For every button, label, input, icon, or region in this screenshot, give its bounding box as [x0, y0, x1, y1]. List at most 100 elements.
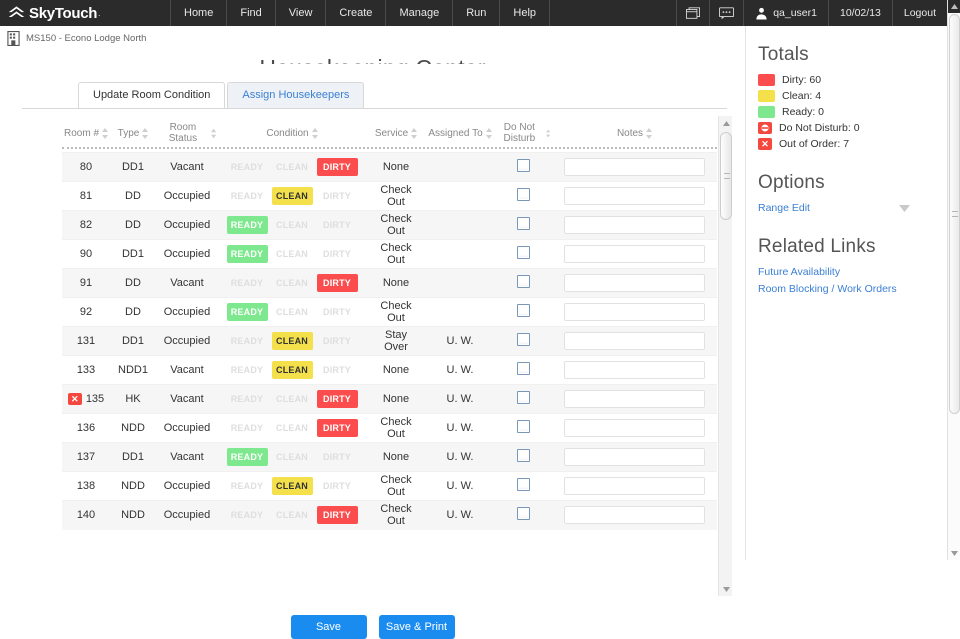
page-scroll-down-button[interactable]: [948, 547, 960, 560]
condition-chip-ready[interactable]: READY: [226, 448, 268, 466]
condition-chip-clean[interactable]: CLEAN: [272, 506, 313, 524]
condition-chip-ready[interactable]: READY: [227, 361, 268, 379]
condition-chip-ready[interactable]: READY: [227, 506, 268, 524]
condition-chip-clean[interactable]: CLEAN: [272, 448, 313, 466]
condition-chip-dirty[interactable]: DIRTY: [316, 274, 358, 292]
table-scrollbar-thumb[interactable]: [720, 132, 732, 220]
condition-chip-dirty[interactable]: DIRTY: [317, 477, 358, 495]
condition-chip-dirty[interactable]: DIRTY: [317, 187, 358, 205]
condition-chip-ready[interactable]: READY: [226, 303, 268, 321]
menu-item-find[interactable]: Find: [227, 0, 276, 26]
condition-chip-clean[interactable]: CLEAN: [271, 361, 313, 379]
condition-chip-dirty[interactable]: DIRTY: [317, 303, 358, 321]
page-scroll-up-button[interactable]: [948, 0, 960, 13]
tab-update-room-condition[interactable]: Update Room Condition: [78, 82, 226, 108]
condition-chip-dirty[interactable]: DIRTY: [317, 332, 358, 350]
notes-input[interactable]: [564, 448, 705, 466]
condition-chip-ready[interactable]: READY: [227, 158, 268, 176]
condition-chip-ready[interactable]: READY: [226, 216, 268, 234]
condition-chip-clean[interactable]: CLEAN: [271, 332, 313, 350]
table-scroll-up-button[interactable]: [719, 116, 733, 130]
do-not-disturb-checkbox[interactable]: [516, 420, 530, 433]
do-not-disturb-checkbox[interactable]: [516, 362, 530, 375]
condition-chip-dirty[interactable]: DIRTY: [316, 506, 358, 525]
user-account[interactable]: qa_user1: [743, 0, 828, 26]
chat-icon-button[interactable]: [709, 0, 743, 26]
condition-chip-ready[interactable]: READY: [226, 245, 268, 263]
cell-room-status: Vacant: [156, 152, 218, 182]
do-not-disturb-checkbox[interactable]: [516, 246, 530, 259]
do-not-disturb-checkbox[interactable]: [516, 217, 530, 230]
condition-chip-dirty[interactable]: DIRTY: [317, 361, 358, 379]
brand-logo[interactable]: SkyTouch .: [0, 5, 170, 22]
condition-chip-ready[interactable]: READY: [227, 274, 268, 292]
do-not-disturb-checkbox[interactable]: [516, 304, 530, 317]
notes-input[interactable]: [564, 506, 705, 525]
cell-type: HK: [110, 384, 156, 414]
condition-chip-dirty[interactable]: DIRTY: [316, 158, 358, 176]
condition-chip-clean[interactable]: CLEAN: [272, 274, 313, 292]
condition-chip-dirty[interactable]: DIRTY: [317, 216, 358, 234]
menu-item-manage[interactable]: Manage: [386, 0, 454, 26]
tab-assign-housekeepers[interactable]: Assign Housekeepers: [227, 82, 365, 108]
totals-label: Ready: 0: [782, 106, 825, 118]
do-not-disturb-checkbox[interactable]: [516, 159, 530, 172]
link-room-blocking-work-orders[interactable]: Room Blocking / Work Orders: [758, 283, 947, 295]
condition-chip-dirty[interactable]: DIRTY: [317, 448, 358, 466]
condition-chip-clean[interactable]: CLEAN: [272, 419, 313, 437]
notes-input[interactable]: [564, 332, 705, 350]
notes-input[interactable]: [564, 477, 705, 495]
condition-chip-clean[interactable]: CLEAN: [272, 390, 313, 408]
menu-item-create[interactable]: Create: [326, 0, 387, 26]
notes-input[interactable]: [564, 361, 705, 379]
table-scrollbar[interactable]: [718, 116, 732, 596]
condition-chip-clean[interactable]: CLEAN: [271, 187, 313, 205]
do-not-disturb-checkbox[interactable]: [516, 333, 530, 346]
notes-input[interactable]: [564, 158, 705, 176]
condition-chip-dirty[interactable]: DIRTY: [316, 390, 358, 408]
cell-service: None: [366, 152, 426, 182]
menu-item-view[interactable]: View: [276, 0, 327, 26]
condition-chip-clean[interactable]: CLEAN: [272, 158, 313, 176]
window-icon-button[interactable]: [676, 0, 709, 26]
condition-chip-dirty[interactable]: DIRTY: [316, 419, 358, 437]
notes-input[interactable]: [564, 419, 705, 437]
condition-chip-ready[interactable]: READY: [227, 390, 268, 408]
do-not-disturb-checkbox[interactable]: [516, 275, 530, 288]
cell-room-status: Occupied: [156, 181, 218, 211]
do-not-disturb-checkbox[interactable]: [516, 188, 530, 201]
notes-input[interactable]: [564, 187, 705, 205]
notes-input[interactable]: [564, 390, 705, 408]
page-scrollbar[interactable]: [947, 0, 960, 560]
condition-chip-clean[interactable]: CLEAN: [272, 216, 313, 234]
notes-input[interactable]: [564, 274, 705, 292]
notes-input[interactable]: [564, 216, 705, 234]
notes-input[interactable]: [564, 303, 705, 321]
range-edit-link[interactable]: Range Edit: [758, 202, 810, 214]
link-future-availability[interactable]: Future Availability: [758, 266, 947, 278]
condition-chip-ready[interactable]: READY: [227, 477, 268, 495]
condition-chip-dirty[interactable]: DIRTY: [317, 245, 358, 263]
menu-item-help[interactable]: Help: [500, 0, 551, 26]
condition-chip-ready[interactable]: READY: [227, 187, 268, 205]
condition-chip-ready[interactable]: READY: [227, 419, 268, 437]
notes-input[interactable]: [564, 245, 705, 263]
menu-item-run[interactable]: Run: [453, 0, 501, 26]
do-not-disturb-checkbox[interactable]: [516, 478, 530, 491]
save-button[interactable]: Save: [290, 615, 367, 639]
do-not-disturb-checkbox[interactable]: [516, 449, 530, 462]
chevron-down-icon[interactable]: [899, 204, 910, 212]
logout-button[interactable]: Logout: [891, 0, 947, 26]
page-scrollbar-thumb[interactable]: [949, 14, 960, 414]
condition-chip-ready[interactable]: READY: [227, 332, 268, 350]
table-scroll-down-button[interactable]: [719, 582, 733, 596]
condition-chip-clean[interactable]: CLEAN: [272, 303, 313, 321]
save-print-button[interactable]: Save & Print: [378, 615, 455, 639]
cell-service: Check Out: [366, 181, 426, 211]
do-not-disturb-checkbox[interactable]: [516, 507, 530, 521]
do-not-disturb-checkbox[interactable]: [516, 391, 530, 404]
condition-chip-clean[interactable]: CLEAN: [271, 477, 313, 495]
totals-label: Clean: 4: [782, 90, 822, 102]
condition-chip-clean[interactable]: CLEAN: [272, 245, 313, 263]
menu-item-home[interactable]: Home: [170, 0, 228, 26]
